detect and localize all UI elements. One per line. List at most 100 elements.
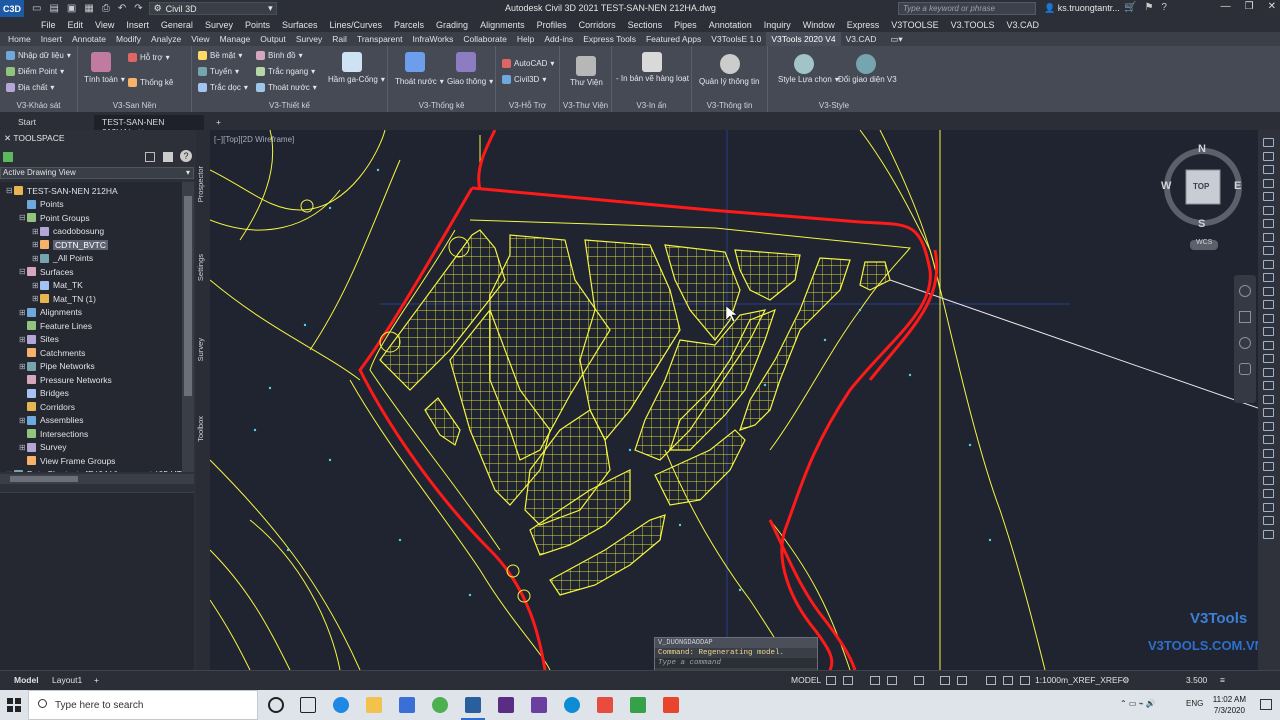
workspace-select[interactable]: ⚙ Civil 3D ▾ (148, 2, 277, 15)
menu-item[interactable]: Surfaces (276, 20, 324, 30)
dia-chat-button[interactable]: Địa chất ▾ (6, 83, 54, 92)
expand-toggle-icon[interactable]: ⊞ (32, 254, 40, 263)
compass-west[interactable]: W (1161, 180, 1171, 192)
recorder-icon[interactable] (663, 697, 679, 713)
palette-tool-icon[interactable] (1263, 327, 1274, 336)
palette-tool-icon[interactable] (1263, 381, 1274, 390)
input-language[interactable]: ENG (1186, 699, 1203, 708)
add-layout-button[interactable]: + (94, 675, 99, 685)
tab-prospector[interactable]: Prospector (196, 166, 210, 202)
tab-toolbox[interactable]: Toolbox (196, 416, 210, 442)
tab-modify[interactable]: Modify (111, 32, 146, 46)
panel-icon[interactable] (163, 152, 173, 162)
viewport-controls[interactable]: [−][Top][2D Wireframe] (214, 135, 294, 144)
menu-item[interactable]: Insert (120, 20, 155, 30)
tree-item[interactable]: Catchments (19, 346, 85, 359)
app-red-icon[interactable] (597, 697, 613, 713)
menu-item[interactable]: V3TOOLSE (885, 20, 944, 30)
pan-icon[interactable] (1239, 311, 1251, 323)
elevation-value[interactable]: 3.500 (1186, 675, 1207, 685)
palette-tool-icon[interactable] (1263, 219, 1274, 228)
tab-manage[interactable]: Manage (215, 32, 256, 46)
palette-tool-icon[interactable] (1263, 340, 1274, 350)
menu-item[interactable]: Points (239, 20, 276, 30)
tab-add-ins[interactable]: Add-ins (539, 32, 578, 46)
diem-point-button[interactable]: Điểm Point ▾ (6, 67, 64, 76)
tab-featured-apps[interactable]: Featured Apps (641, 32, 706, 46)
palette-tool-icon[interactable] (1263, 178, 1274, 188)
civil3d-button[interactable]: Civil3D ▾ (502, 75, 546, 84)
user-account[interactable]: 👤 ks.truongtantr... (1044, 3, 1120, 14)
app-purple-icon[interactable] (498, 697, 514, 713)
ho-tro-button[interactable]: Hỗ trợ ▾ (128, 53, 170, 62)
clover-icon[interactable] (630, 697, 646, 713)
tree-item[interactable]: ⊞ CDTN_BVTC (32, 238, 109, 251)
palette-tool-icon[interactable] (1263, 475, 1274, 485)
tab-annotate[interactable]: Annotate (67, 32, 111, 46)
doi-giao-dien-button[interactable]: Đổi giao diện V3 (838, 75, 897, 84)
tree-item[interactable]: ⊞ Sites (19, 333, 59, 346)
tab-survey[interactable]: Survey (291, 32, 327, 46)
tab-analyze[interactable]: Analyze (146, 32, 186, 46)
expand-toggle-icon[interactable]: ⊞ (32, 281, 40, 290)
open-file-icon[interactable]: ▤ (49, 3, 58, 14)
store-icon[interactable] (399, 697, 415, 713)
ortho-icon[interactable] (870, 676, 880, 685)
menu-item[interactable]: V3.CAD (1001, 20, 1046, 30)
new-tab-button[interactable]: + (208, 115, 229, 130)
expand-toggle-icon[interactable]: ⊞ (6, 470, 14, 473)
close-icon[interactable]: ✕ (1268, 1, 1276, 12)
palette-tool-icon[interactable] (1263, 421, 1274, 431)
grid-icon[interactable] (826, 676, 836, 685)
be-mat-button[interactable]: Bề mặt ▾ (198, 51, 242, 60)
binh-do-button[interactable]: Bình đồ ▾ (256, 51, 303, 60)
menu-item[interactable]: Survey (199, 20, 239, 30)
tab-rail[interactable]: Rail (327, 32, 352, 46)
quan-ly-thong-tin-button[interactable]: Quản lý thông tin (699, 77, 759, 86)
annotation-visibility-icon[interactable] (1020, 676, 1030, 685)
library-icon[interactable] (576, 56, 596, 76)
expand-toggle-icon[interactable]: ⊟ (19, 213, 27, 222)
menu-item[interactable]: Pipes (668, 20, 703, 30)
viewcube-top-face[interactable]: TOP (1193, 182, 1209, 191)
theme-icon[interactable] (856, 54, 876, 74)
system-clock[interactable]: 11:02 AM 7/3/2020 (1213, 694, 1246, 716)
edge-icon[interactable] (333, 697, 349, 713)
wcs-menu[interactable]: WCS (1196, 239, 1212, 246)
menu-item[interactable]: V3.TOOLS (945, 20, 1001, 30)
menu-item[interactable]: Express (841, 20, 886, 30)
water-icon[interactable] (405, 52, 425, 72)
tree-item[interactable]: ⊞ Mat_TK (32, 279, 83, 292)
tab-v3cad[interactable]: V3.CAD (841, 32, 882, 46)
expand-toggle-icon[interactable]: ⊞ (19, 362, 27, 371)
tab-layout1[interactable]: Layout1 (52, 675, 82, 685)
tree-scrollbar[interactable] (182, 182, 194, 472)
zoom-icon[interactable] (1239, 337, 1251, 349)
app-logo[interactable]: C3D (0, 0, 24, 17)
tree-item[interactable]: ⊞ Survey (19, 441, 66, 454)
expand-toggle-icon[interactable]: ⊞ (19, 335, 27, 344)
style-icon[interactable] (794, 54, 814, 74)
thong-ke-button[interactable]: Thống kê (128, 78, 173, 87)
menu-item[interactable]: Inquiry (758, 20, 797, 30)
thu-vien-button[interactable]: Thư Viện (570, 78, 603, 87)
menu-item[interactable]: Grading (430, 20, 474, 30)
tree-item[interactable]: ⊞ Pipe Networks (19, 360, 95, 373)
civil3d-taskbar-icon[interactable] (461, 697, 485, 720)
file-explorer-icon[interactable] (366, 697, 382, 713)
annotation-scale-dropdown[interactable]: 1:1000m_XREF_XREF (1035, 675, 1123, 685)
in-ban-ve-button[interactable]: - In bản vẽ hàng loạt (616, 74, 689, 83)
palette-tool-icon[interactable] (1263, 394, 1274, 404)
expand-toggle-icon[interactable]: ⊞ (32, 294, 40, 303)
palette-tool-icon[interactable] (1263, 232, 1274, 242)
tuyen-button[interactable]: Tuyến ▾ (198, 67, 239, 76)
tab-drawing[interactable]: TEST-SAN-NEN 212HA*✕ (94, 115, 204, 137)
tree-hscrollbar[interactable] (0, 474, 194, 484)
prospector-icon[interactable] (3, 152, 13, 162)
giao-thong-button[interactable]: Giao thông ▾ (447, 77, 493, 86)
palette-tool-icon[interactable] (1263, 246, 1274, 255)
workspace-gear-icon[interactable]: ⚙ (1122, 675, 1130, 686)
tree-item[interactable]: Intersections (19, 427, 88, 440)
tab-insert[interactable]: Insert (36, 32, 67, 46)
autocad-button[interactable]: AutoCAD ▾ (502, 59, 554, 68)
